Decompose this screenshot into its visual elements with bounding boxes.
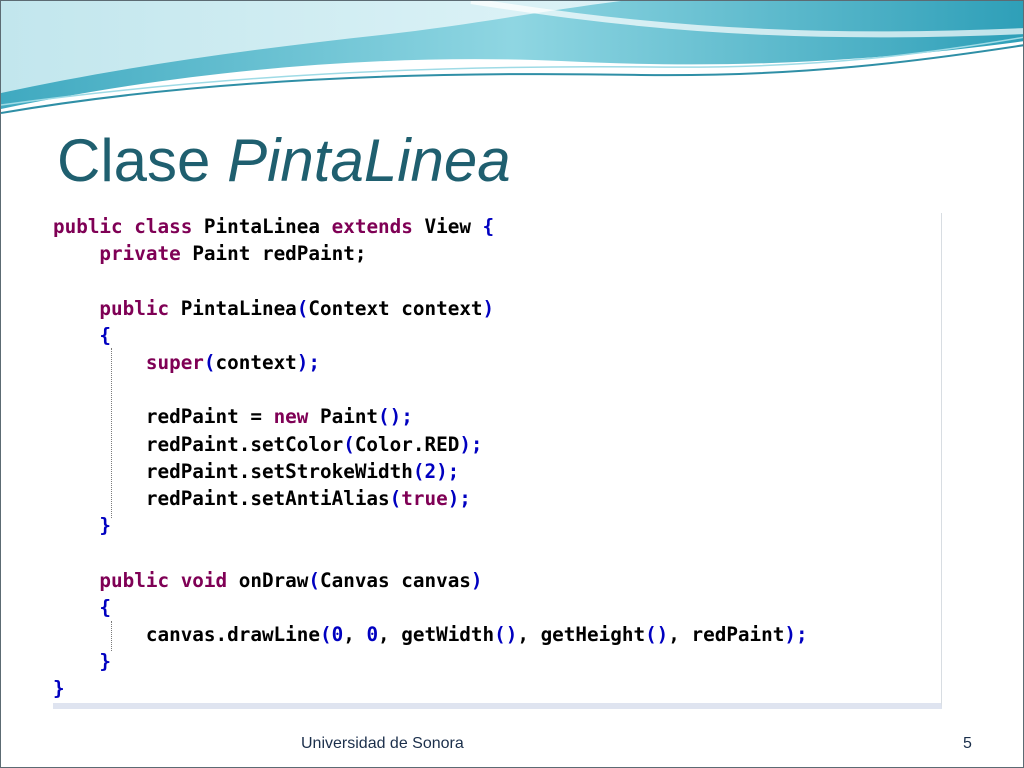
code-token: redPaint bbox=[691, 623, 785, 646]
code-line: } bbox=[53, 675, 65, 702]
code-block: public class PintaLinea extends View { p… bbox=[53, 213, 942, 709]
code-token: Canvas canvas bbox=[320, 568, 471, 592]
code-token: ( bbox=[389, 487, 402, 510]
code-line: redPaint = new Paint(); bbox=[53, 403, 413, 430]
code-token: 0 bbox=[331, 623, 344, 646]
title-class-name: PintaLinea bbox=[227, 127, 511, 194]
code-token: } bbox=[53, 650, 112, 674]
code-token: new bbox=[273, 405, 320, 429]
code-token: 2 bbox=[424, 459, 437, 483]
code-token: super bbox=[53, 351, 204, 374]
code-token: ( bbox=[296, 296, 309, 320]
code-token: } bbox=[53, 677, 65, 701]
code-token: ( bbox=[203, 351, 216, 374]
code-token: 0 bbox=[366, 623, 379, 646]
code-token: { bbox=[482, 215, 495, 238]
code-token: canvas.drawLine bbox=[53, 623, 320, 646]
code-line: canvas.drawLine(0, 0, getWidth(), getHei… bbox=[53, 621, 808, 648]
slide-number: 5 bbox=[963, 735, 972, 752]
code-token: PintaLinea bbox=[203, 215, 332, 238]
slide-title: Clase PintaLinea bbox=[57, 131, 511, 191]
code-token: (); bbox=[378, 405, 413, 429]
code-token: getHeight bbox=[540, 623, 646, 646]
code-token: true bbox=[401, 487, 448, 510]
code-token: , bbox=[517, 623, 541, 646]
code-token: } bbox=[53, 514, 112, 538]
code-line: redPaint.setAntiAlias(true); bbox=[53, 485, 471, 512]
code-token: getWidth bbox=[401, 623, 495, 646]
code-token: ) bbox=[470, 568, 483, 592]
code-token: ); bbox=[784, 623, 808, 646]
header-wave-decoration bbox=[1, 1, 1023, 114]
code-line: redPaint.setStrokeWidth(2); bbox=[53, 458, 459, 485]
code-line: private Paint redPaint; bbox=[53, 240, 366, 267]
code-token: PintaLinea bbox=[180, 296, 297, 320]
code-token: private bbox=[53, 242, 193, 266]
code-token: ); bbox=[436, 459, 460, 483]
code-token: () bbox=[645, 623, 669, 646]
code-token: ( bbox=[308, 568, 320, 592]
code-token: ); bbox=[296, 351, 321, 374]
code-token: { bbox=[53, 323, 112, 347]
code-line: { bbox=[53, 594, 111, 621]
code-line: { bbox=[53, 322, 111, 349]
slide: Clase PintaLinea public class PintaLinea… bbox=[0, 0, 1024, 768]
code-token: ); bbox=[459, 432, 483, 456]
code-token: , bbox=[668, 623, 692, 646]
code-token: public void bbox=[53, 568, 239, 592]
code-token: Paint redPaint; bbox=[192, 242, 367, 266]
code-token: ); bbox=[447, 487, 471, 510]
code-token: () bbox=[494, 623, 518, 646]
code-token: { bbox=[53, 595, 112, 619]
code-token: redPaint.setColor bbox=[53, 432, 344, 456]
code-token: View bbox=[424, 215, 483, 238]
code-token: redPaint.setAntiAlias bbox=[53, 487, 390, 510]
code-token: public bbox=[53, 296, 181, 320]
code-token: ( bbox=[320, 623, 332, 646]
code-token: public class bbox=[53, 215, 204, 238]
code-line: } bbox=[53, 512, 111, 539]
code-token: onDraw bbox=[238, 568, 309, 592]
code-line: public PintaLinea(Context context) bbox=[53, 295, 494, 322]
code-token: ) bbox=[482, 296, 495, 320]
code-line: public void onDraw(Canvas canvas) bbox=[53, 567, 483, 594]
code-token: redPaint.setStrokeWidth bbox=[53, 459, 413, 483]
code-token: ( bbox=[343, 432, 355, 456]
title-plain: Clase bbox=[57, 127, 228, 194]
code-token: ( bbox=[412, 459, 425, 483]
code-line: public class PintaLinea extends View { bbox=[53, 213, 494, 240]
code-token: extends bbox=[331, 215, 425, 238]
code-line: } bbox=[53, 648, 111, 675]
code-token: Color.RED bbox=[354, 432, 460, 456]
code-token: , bbox=[343, 623, 367, 646]
code-token: Context context bbox=[308, 296, 483, 320]
code-token: Paint bbox=[320, 405, 379, 429]
code-line: super(context); bbox=[53, 349, 320, 376]
code-line: redPaint.setColor(Color.RED); bbox=[53, 431, 483, 458]
code-token: redPaint = bbox=[53, 405, 274, 429]
footer-institution: Universidad de Sonora bbox=[301, 735, 464, 752]
code-token: context bbox=[215, 351, 297, 374]
code-token: , bbox=[378, 623, 402, 646]
